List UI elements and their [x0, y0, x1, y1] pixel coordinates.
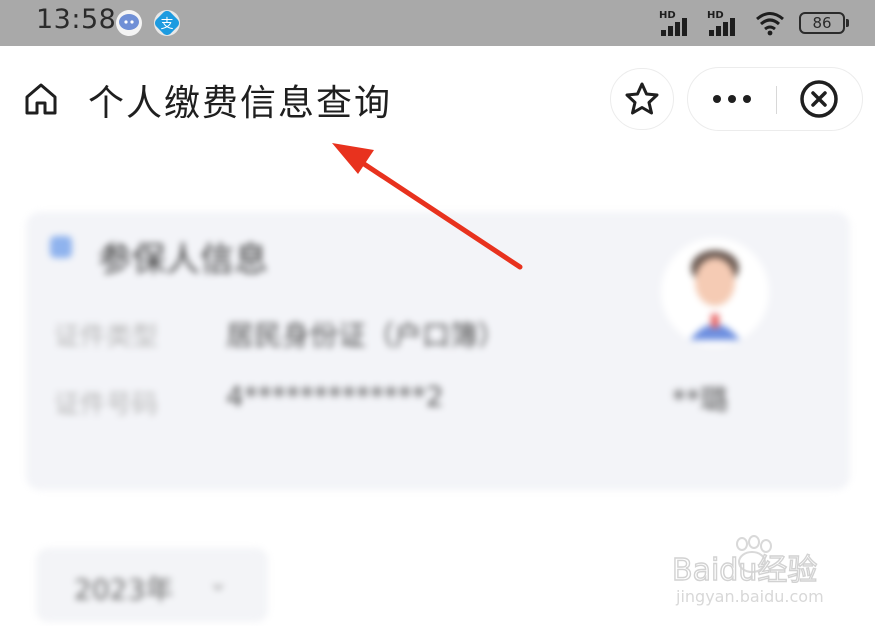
watermark-url: jingyan.baidu.com	[675, 587, 824, 606]
id-type-label: 证件类型	[54, 322, 159, 352]
favorite-button[interactable]	[610, 68, 674, 130]
status-time: 13:58	[36, 4, 117, 35]
id-type-value: 居民身份证（户口簿）	[226, 319, 507, 352]
mini-program-capsule	[687, 67, 863, 131]
more-options-button[interactable]	[688, 68, 776, 130]
star-icon	[625, 82, 659, 115]
more-dot-icon	[743, 95, 751, 103]
id-number-label: 证件号码	[54, 390, 159, 420]
year-select-value: 2023年	[74, 573, 174, 606]
battery-icon: 86	[799, 12, 849, 34]
baidu-paw-logo: Baidu经验 jingyan.baidu.com	[671, 535, 824, 606]
cellular-signal-icon-2: HD	[707, 10, 741, 36]
alipay-icon: 支	[154, 10, 180, 36]
chevron-down-icon: ⌄	[208, 568, 229, 596]
page-title: 个人缴费信息查询	[88, 83, 393, 124]
chat-bubble-icon	[116, 10, 142, 36]
home-icon[interactable]	[22, 80, 60, 118]
status-indicators: HD HD 86	[659, 6, 849, 40]
watermark-brand: Baidu经验	[672, 553, 817, 588]
status-bar: 13:58 支 HD HD 86	[0, 0, 875, 46]
avatar-icon	[661, 238, 769, 346]
cellular-signal-icon: HD	[659, 10, 693, 36]
insured-info-card: 参保人信息 证件类型 居民身份证（户口簿） 证件号码 4************…	[26, 212, 850, 490]
year-select[interactable]: 2023年 ⌄	[36, 548, 268, 622]
id-number-value: 4*************2	[226, 380, 444, 413]
person-name: **璐	[672, 383, 729, 416]
close-circle-icon[interactable]	[798, 78, 840, 120]
baidu-watermark: Baidu经验 jingyan.baidu.com	[671, 534, 842, 606]
card-heading: 参保人信息	[98, 240, 268, 280]
more-dot-icon	[728, 95, 736, 103]
more-dot-icon	[713, 95, 721, 103]
svg-text:支: 支	[160, 17, 173, 32]
wifi-icon	[756, 12, 784, 36]
capsule-divider	[776, 86, 777, 114]
card-marker-icon	[50, 236, 72, 258]
